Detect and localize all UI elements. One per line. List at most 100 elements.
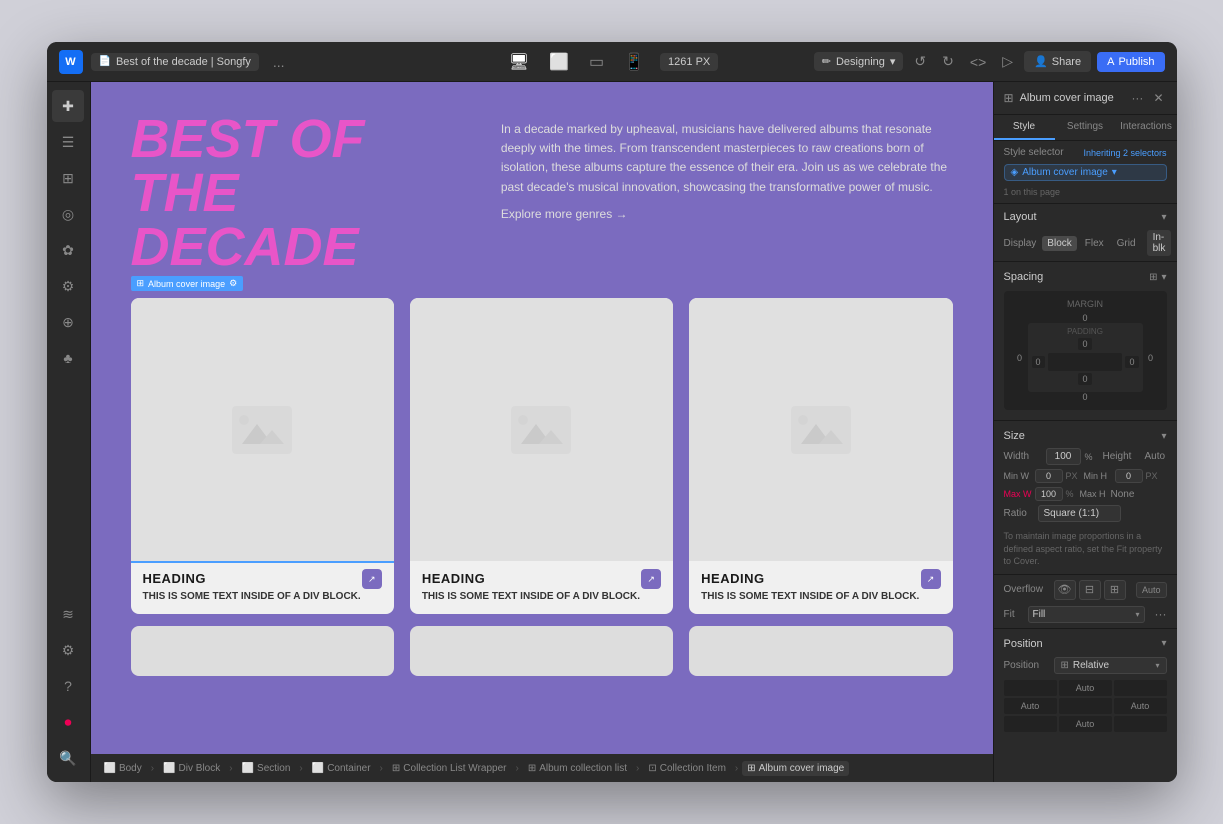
- card-body-1: ↗ HEADING THIS IS SOME TEXT INSIDE OF A …: [131, 561, 394, 614]
- fit-select[interactable]: Fill ▾: [1028, 606, 1145, 623]
- overflow-scroll-button[interactable]: ⊞: [1104, 580, 1126, 600]
- offset-empty-1: [1004, 680, 1057, 696]
- assets-button[interactable]: ✿: [52, 234, 84, 266]
- pages-button[interactable]: ⊞: [52, 162, 84, 194]
- add-panel-button[interactable]: ✚: [52, 90, 84, 122]
- spacing-icon: ⊞: [1149, 272, 1157, 283]
- explore-link[interactable]: Explore more genres →: [501, 207, 628, 221]
- offset-right[interactable]: Auto: [1114, 698, 1167, 714]
- block-option[interactable]: Block: [1042, 236, 1076, 251]
- offset-top[interactable]: Auto: [1059, 680, 1112, 696]
- activity-button[interactable]: ≋: [52, 598, 84, 630]
- margin-right-val[interactable]: 0: [1143, 353, 1159, 363]
- tab-interactions[interactable]: Interactions: [1116, 115, 1177, 140]
- panel-more-button[interactable]: ···: [1128, 90, 1146, 106]
- size-maxw-row: Max W % Max H None: [994, 485, 1177, 503]
- tablet-button[interactable]: ▭: [585, 50, 608, 74]
- card-arrow-2[interactable]: ↗: [641, 569, 661, 589]
- breadcrumb-album-list[interactable]: ⊞ Album collection list: [523, 761, 632, 776]
- card-3[interactable]: ↗ HEADING THIS IS SOME TEXT INSIDE OF A …: [689, 298, 952, 614]
- style-selector-label: Style selector: [1004, 147, 1064, 158]
- width-input[interactable]: [1046, 448, 1081, 465]
- search-button[interactable]: 🔍: [52, 742, 84, 774]
- size-section-header[interactable]: Size ▾: [994, 423, 1177, 446]
- breadcrumb-album-cover[interactable]: ⊞ Album cover image: [742, 761, 849, 776]
- components-button[interactable]: ⊕: [52, 306, 84, 338]
- mode-selector[interactable]: ✏ Designing ▾: [814, 52, 904, 71]
- grid-option[interactable]: Grid: [1112, 236, 1141, 251]
- offset-bottom[interactable]: Auto: [1059, 716, 1112, 732]
- desktop-view-button[interactable]: 🖥: [505, 50, 533, 74]
- canvas-area[interactable]: BEST OF THE DECADE In a decade marked by…: [91, 82, 993, 782]
- max-h-field: Max H None: [1080, 489, 1135, 500]
- ratio-select[interactable]: Square (1:1): [1038, 505, 1121, 522]
- in-blk-badge[interactable]: In-blk: [1147, 230, 1172, 256]
- breadcrumb-div-block[interactable]: ⬜ Div Block: [158, 761, 225, 776]
- overflow-visible-button[interactable]: 👁: [1054, 580, 1076, 600]
- share-button[interactable]: 👤 Share: [1024, 51, 1091, 72]
- code-button[interactable]: <>: [965, 52, 991, 72]
- card-4-partial[interactable]: [131, 626, 394, 676]
- help-button[interactable]: ?: [52, 670, 84, 702]
- publish-button[interactable]: A Publish: [1097, 52, 1164, 72]
- size-title: Size: [1004, 430, 1025, 442]
- settings-button[interactable]: ⚙: [52, 634, 84, 666]
- breadcrumb-sep-2: ›: [229, 763, 232, 774]
- spacing-section-header[interactable]: Spacing ⊞ ▾: [994, 264, 1177, 287]
- padding-top-val[interactable]: 0: [1078, 338, 1091, 350]
- tab-settings[interactable]: Settings: [1055, 115, 1116, 140]
- recording-button[interactable]: ⏺: [52, 706, 84, 738]
- fit-extra-button[interactable]: ···: [1155, 607, 1167, 621]
- min-w-input[interactable]: [1035, 469, 1063, 483]
- overflow-auto-badge[interactable]: Auto: [1136, 582, 1167, 598]
- cms-button[interactable]: ◎: [52, 198, 84, 230]
- style-selector-badge[interactable]: ◈ Album cover image ▾: [1004, 164, 1167, 181]
- card-image-3: [689, 298, 952, 561]
- padding-bottom-val[interactable]: 0: [1078, 373, 1091, 385]
- position-select[interactable]: ⊞ Relative ▾: [1054, 657, 1167, 674]
- layout-section-header[interactable]: Layout ▾: [994, 204, 1177, 227]
- card-arrow-1[interactable]: ↗: [362, 569, 382, 589]
- card-arrow-3[interactable]: ↗: [921, 569, 941, 589]
- card-wrapper-3: ↗ HEADING THIS IS SOME TEXT INSIDE OF A …: [689, 298, 952, 614]
- breadcrumb-collection-item[interactable]: ⊡ Collection Item: [643, 761, 731, 776]
- card-6-partial[interactable]: [689, 626, 952, 676]
- width-unit: %: [1085, 452, 1093, 462]
- panel-close-button[interactable]: ✕: [1150, 90, 1166, 106]
- navigator-button[interactable]: ☰: [52, 126, 84, 158]
- card-1[interactable]: ↗ HEADING THIS IS SOME TEXT INSIDE OF A …: [131, 298, 394, 614]
- mobile-button[interactable]: 📱: [620, 50, 648, 74]
- padding-left-val[interactable]: 0: [1032, 356, 1045, 368]
- undo-button[interactable]: ↺: [909, 51, 931, 72]
- tab-style[interactable]: Style: [994, 115, 1055, 140]
- max-w-input[interactable]: [1035, 487, 1063, 501]
- fit-label: Fit: [1004, 609, 1022, 620]
- ecommerce-button[interactable]: ♣: [52, 342, 84, 374]
- fit-row: Fit Fill ▾ ···: [994, 603, 1177, 626]
- logic-button[interactable]: ⚙: [52, 270, 84, 302]
- tablet-landscape-button[interactable]: ⬜: [545, 50, 573, 74]
- breadcrumb-body[interactable]: ⬜ Body: [99, 761, 147, 776]
- offset-empty-4: [1114, 716, 1167, 732]
- card-5-partial[interactable]: [410, 626, 673, 676]
- margin-top-val[interactable]: 0: [1077, 313, 1093, 323]
- position-section-header[interactable]: Position ▾: [994, 631, 1177, 654]
- breadcrumb-container[interactable]: ⬜ Container: [307, 761, 376, 776]
- active-tab[interactable]: 📄 Best of the decade | Songfy: [91, 53, 259, 71]
- min-h-input[interactable]: [1115, 469, 1143, 483]
- more-button[interactable]: ...: [267, 52, 291, 72]
- margin-bottom-val[interactable]: 0: [1077, 392, 1093, 402]
- canvas-content: BEST OF THE DECADE In a decade marked by…: [91, 82, 993, 754]
- breadcrumb-collection-list-wrapper[interactable]: ⊞ Collection List Wrapper: [387, 761, 512, 776]
- offset-left[interactable]: Auto: [1004, 698, 1057, 714]
- card-2[interactable]: ↗ HEADING THIS IS SOME TEXT INSIDE OF A …: [410, 298, 673, 614]
- flex-option[interactable]: Flex: [1080, 236, 1109, 251]
- style-selector-row: Style selector Inheriting 2 selectors: [994, 141, 1177, 164]
- breadcrumb-section[interactable]: ⬜ Section: [237, 761, 296, 776]
- padding-box: PADDING 0 0 0 0: [1028, 323, 1143, 392]
- overflow-hidden-button[interactable]: ⊟: [1079, 580, 1101, 600]
- padding-right-val[interactable]: 0: [1125, 356, 1138, 368]
- preview-button[interactable]: ▷: [997, 51, 1018, 72]
- redo-button[interactable]: ↻: [937, 51, 959, 72]
- margin-left-val[interactable]: 0: [1012, 353, 1028, 363]
